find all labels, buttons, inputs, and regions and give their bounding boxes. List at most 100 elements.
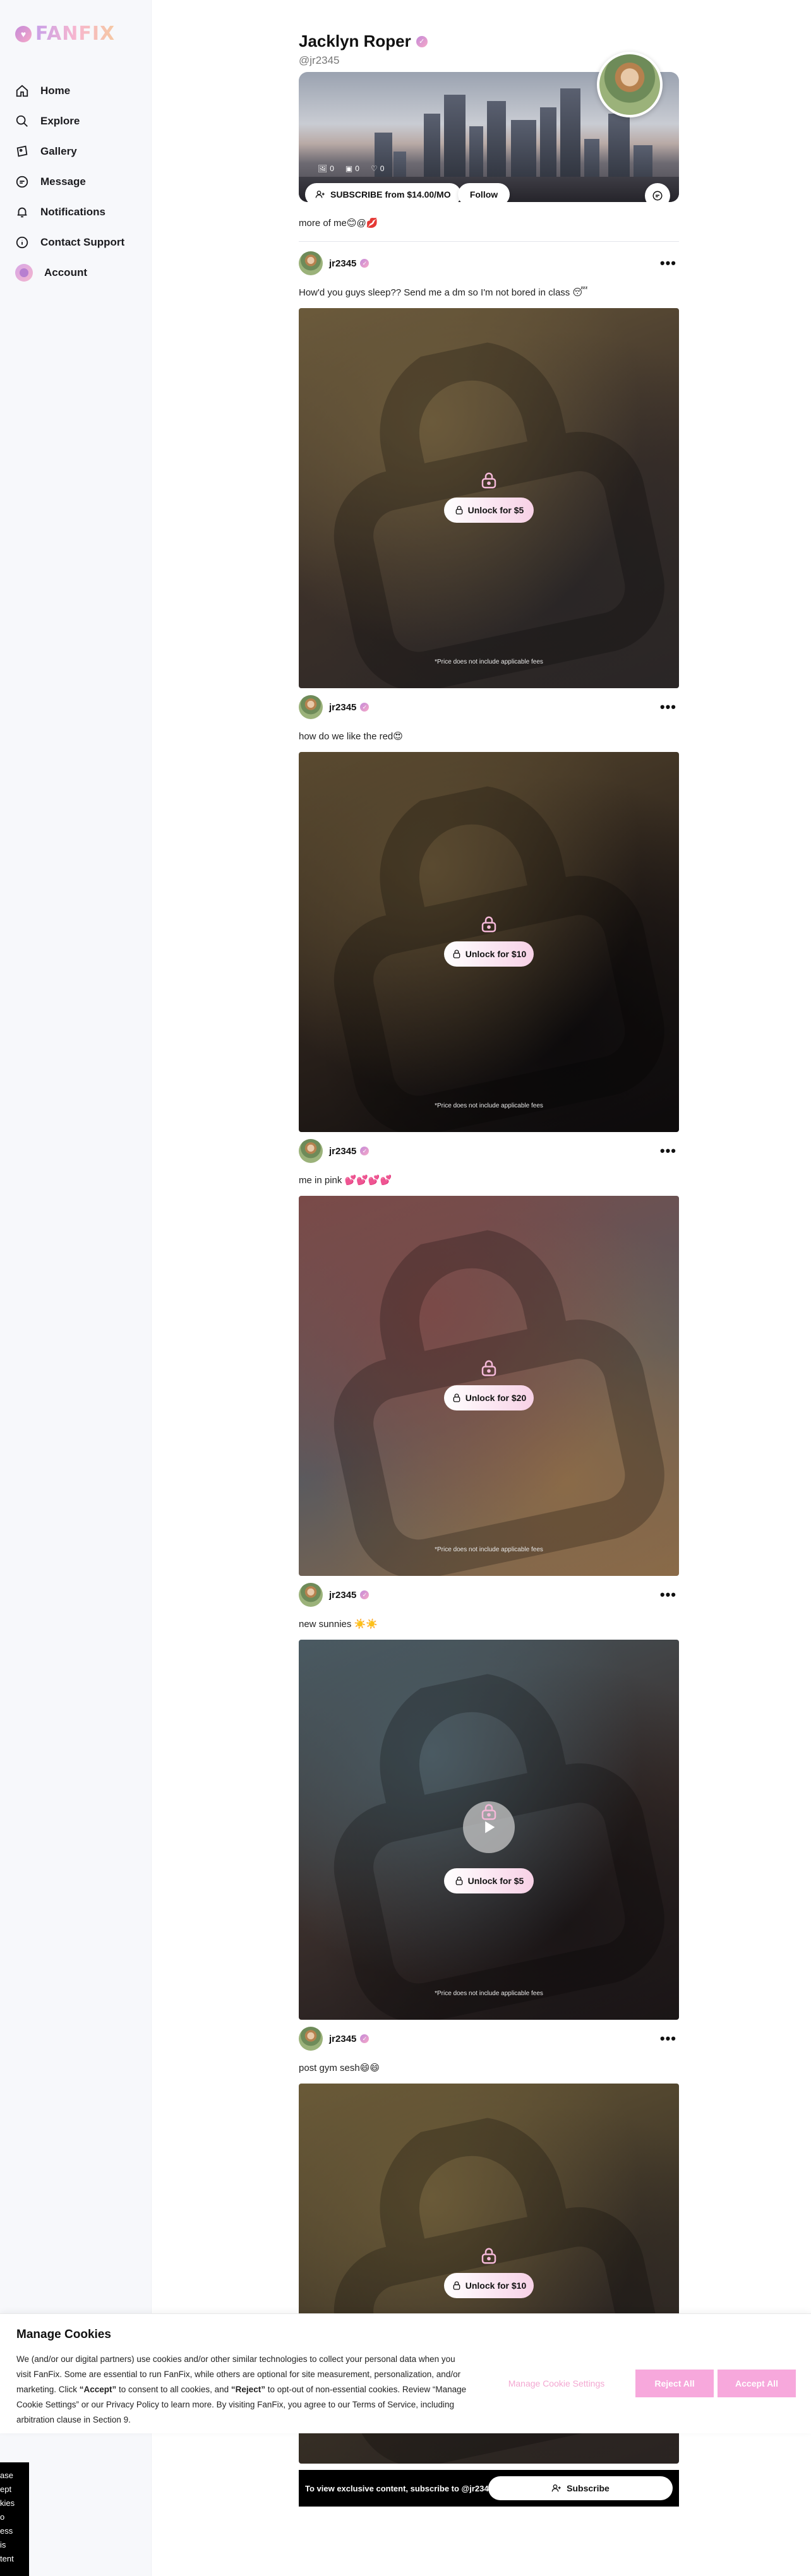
post-username-row[interactable]: jr2345 ✓ — [329, 1146, 369, 1157]
post-username: jr2345 — [329, 2033, 357, 2044]
post-caption: how do we like the red😍 — [299, 731, 403, 742]
post-username: jr2345 — [329, 701, 357, 713]
more-options-icon[interactable]: ••• — [658, 1144, 679, 1158]
verified-badge-icon: ✓ — [360, 2034, 369, 2043]
lock-icon — [453, 1393, 460, 1402]
info-icon — [16, 236, 28, 249]
fragment-line: ase — [0, 2471, 13, 2480]
post-avatar[interactable] — [299, 1139, 323, 1163]
likes-stat: ♡ 0 — [370, 164, 385, 173]
profile-stats: 🖼 0 ▣ 0 ♡ 0 — [318, 164, 384, 173]
follow-button[interactable]: Follow — [458, 183, 510, 202]
post-avatar[interactable] — [299, 2027, 323, 2051]
unlock-button[interactable]: Unlock for $10 — [444, 2273, 534, 2298]
locked-media[interactable]: Unlock for $10 *Price does not include a… — [299, 752, 679, 1132]
add-user-icon — [551, 2484, 561, 2492]
manage-cookie-settings-button[interactable]: Manage Cookie Settings — [498, 2370, 615, 2397]
post-card: jr2345 ✓ ••• new sunnies ☀️☀️ Unlock for… — [299, 1582, 679, 2020]
side-popup-fragment: ase ept kies o ess is tent — [0, 2462, 29, 2576]
divider — [299, 241, 679, 242]
post-username-row[interactable]: jr2345 ✓ — [329, 2034, 369, 2044]
nav-label: Gallery — [40, 145, 77, 157]
nav-label: Message — [40, 176, 86, 188]
fragment-line: is — [0, 2540, 6, 2549]
brand-name: FANFIX — [35, 23, 116, 45]
subscribe-bar-button[interactable]: Subscribe — [488, 2476, 673, 2500]
home-icon — [16, 85, 28, 97]
message-icon — [16, 176, 28, 188]
gallery-icon — [16, 145, 28, 157]
nav-item-message[interactable]: Message — [15, 167, 124, 197]
unlock-button[interactable]: Unlock for $5 — [444, 1868, 534, 1893]
more-options-icon[interactable]: ••• — [658, 256, 679, 270]
post-username: jr2345 — [329, 1589, 357, 1601]
post-username-row[interactable]: jr2345 ✓ — [329, 702, 369, 713]
avatar — [15, 264, 33, 282]
add-user-icon — [315, 191, 325, 198]
price-note: *Price does not include applicable fees — [435, 1546, 543, 1553]
locked-media[interactable]: Unlock for $5 *Price does not include ap… — [299, 1640, 679, 2020]
reject-all-button[interactable]: Reject All — [635, 2370, 714, 2397]
fragment-line: o — [0, 2512, 5, 2522]
accept-all-button[interactable]: Accept All — [718, 2370, 796, 2397]
locked-media[interactable]: Unlock for $20 *Price does not include a… — [299, 1196, 679, 1576]
fragment-line: ept — [0, 2484, 12, 2494]
post-username: jr2345 — [329, 258, 357, 269]
post-header: jr2345 ✓ ••• — [299, 2025, 679, 2052]
verified-badge-icon: ✓ — [360, 259, 369, 268]
post-avatar[interactable] — [299, 1583, 323, 1607]
post-caption: new sunnies ☀️☀️ — [299, 1619, 378, 1630]
more-options-icon[interactable]: ••• — [658, 2032, 679, 2046]
nav-label: Home — [40, 85, 71, 97]
post-card: jr2345 ✓ ••• How'd you guys sleep?? Send… — [299, 250, 679, 688]
unlock-button[interactable]: Unlock for $20 — [444, 1385, 534, 1410]
subscribe-button[interactable]: SUBSCRIBE from $14.00/MO — [305, 183, 461, 202]
unlock-button[interactable]: Unlock for $5 — [444, 498, 534, 523]
lock-icon — [455, 506, 462, 515]
post-header: jr2345 ✓ ••• — [299, 250, 679, 277]
post-header: jr2345 ✓ ••• — [299, 1138, 679, 1164]
fragment-line: tent — [0, 2554, 14, 2563]
profile-handle: @jr2345 — [299, 54, 340, 66]
nav-label: Notifications — [40, 206, 105, 218]
profile-name-row: Jacklyn Roper ✓ — [299, 32, 428, 51]
nav-item-explore[interactable]: Explore — [15, 106, 124, 136]
message-icon — [652, 191, 663, 201]
post-caption: post gym sesh😄😄 — [299, 2063, 380, 2073]
nav-item-contact-support[interactable]: Contact Support — [15, 227, 124, 258]
nav-item-account[interactable]: Account — [15, 258, 124, 288]
nav-item-gallery[interactable]: Gallery — [15, 136, 124, 167]
post-card: jr2345 ✓ ••• me in pink 💕💕💕💕 Unlock for … — [299, 1138, 679, 1576]
more-options-icon[interactable]: ••• — [658, 1588, 679, 1602]
lock-icon — [481, 472, 496, 489]
logo-heart-icon: ♥ — [15, 25, 32, 42]
verified-badge-icon: ✓ — [360, 1147, 369, 1155]
price-note: *Price does not include applicable fees — [435, 1990, 543, 1997]
lock-icon — [453, 950, 460, 958]
locked-media[interactable]: Unlock for $5 *Price does not include ap… — [299, 308, 679, 688]
more-options-icon[interactable]: ••• — [658, 700, 679, 714]
heart-icon: ♡ — [370, 164, 378, 173]
post-username-row[interactable]: jr2345 ✓ — [329, 1590, 369, 1601]
post-avatar[interactable] — [299, 695, 323, 719]
cookie-body: We (and/or our digital partners) use coo… — [16, 2354, 467, 2424]
post-card: jr2345 ✓ ••• how do we like the red😍 Unl… — [299, 694, 679, 1132]
verified-badge-icon: ✓ — [416, 35, 428, 47]
brand-logo[interactable]: ♥ FANFIX — [15, 23, 115, 45]
post-username-row[interactable]: jr2345 ✓ — [329, 258, 369, 269]
posts-stat: 🖼 0 — [318, 164, 334, 173]
unlock-button[interactable]: Unlock for $10 — [444, 941, 534, 967]
profile-bio: more of me😊@💋 — [299, 218, 378, 229]
post-avatar[interactable] — [299, 251, 323, 275]
post-header: jr2345 ✓ ••• — [299, 1582, 679, 1608]
post-caption: How'd you guys sleep?? Send me a dm so I… — [299, 287, 588, 298]
bell-icon — [17, 207, 27, 218]
subscribe-bar-text: To view exclusive content, subscribe to … — [305, 2483, 493, 2493]
price-note: *Price does not include applicable fees — [435, 1102, 543, 1109]
profile-avatar[interactable] — [597, 52, 663, 117]
nav-item-notifications[interactable]: Notifications — [15, 197, 124, 227]
price-note: *Price does not include applicable fees — [435, 659, 543, 665]
lock-icon — [481, 916, 496, 933]
nav-item-home[interactable]: Home — [15, 76, 124, 106]
subscribe-bar: To view exclusive content, subscribe to … — [299, 2470, 679, 2507]
